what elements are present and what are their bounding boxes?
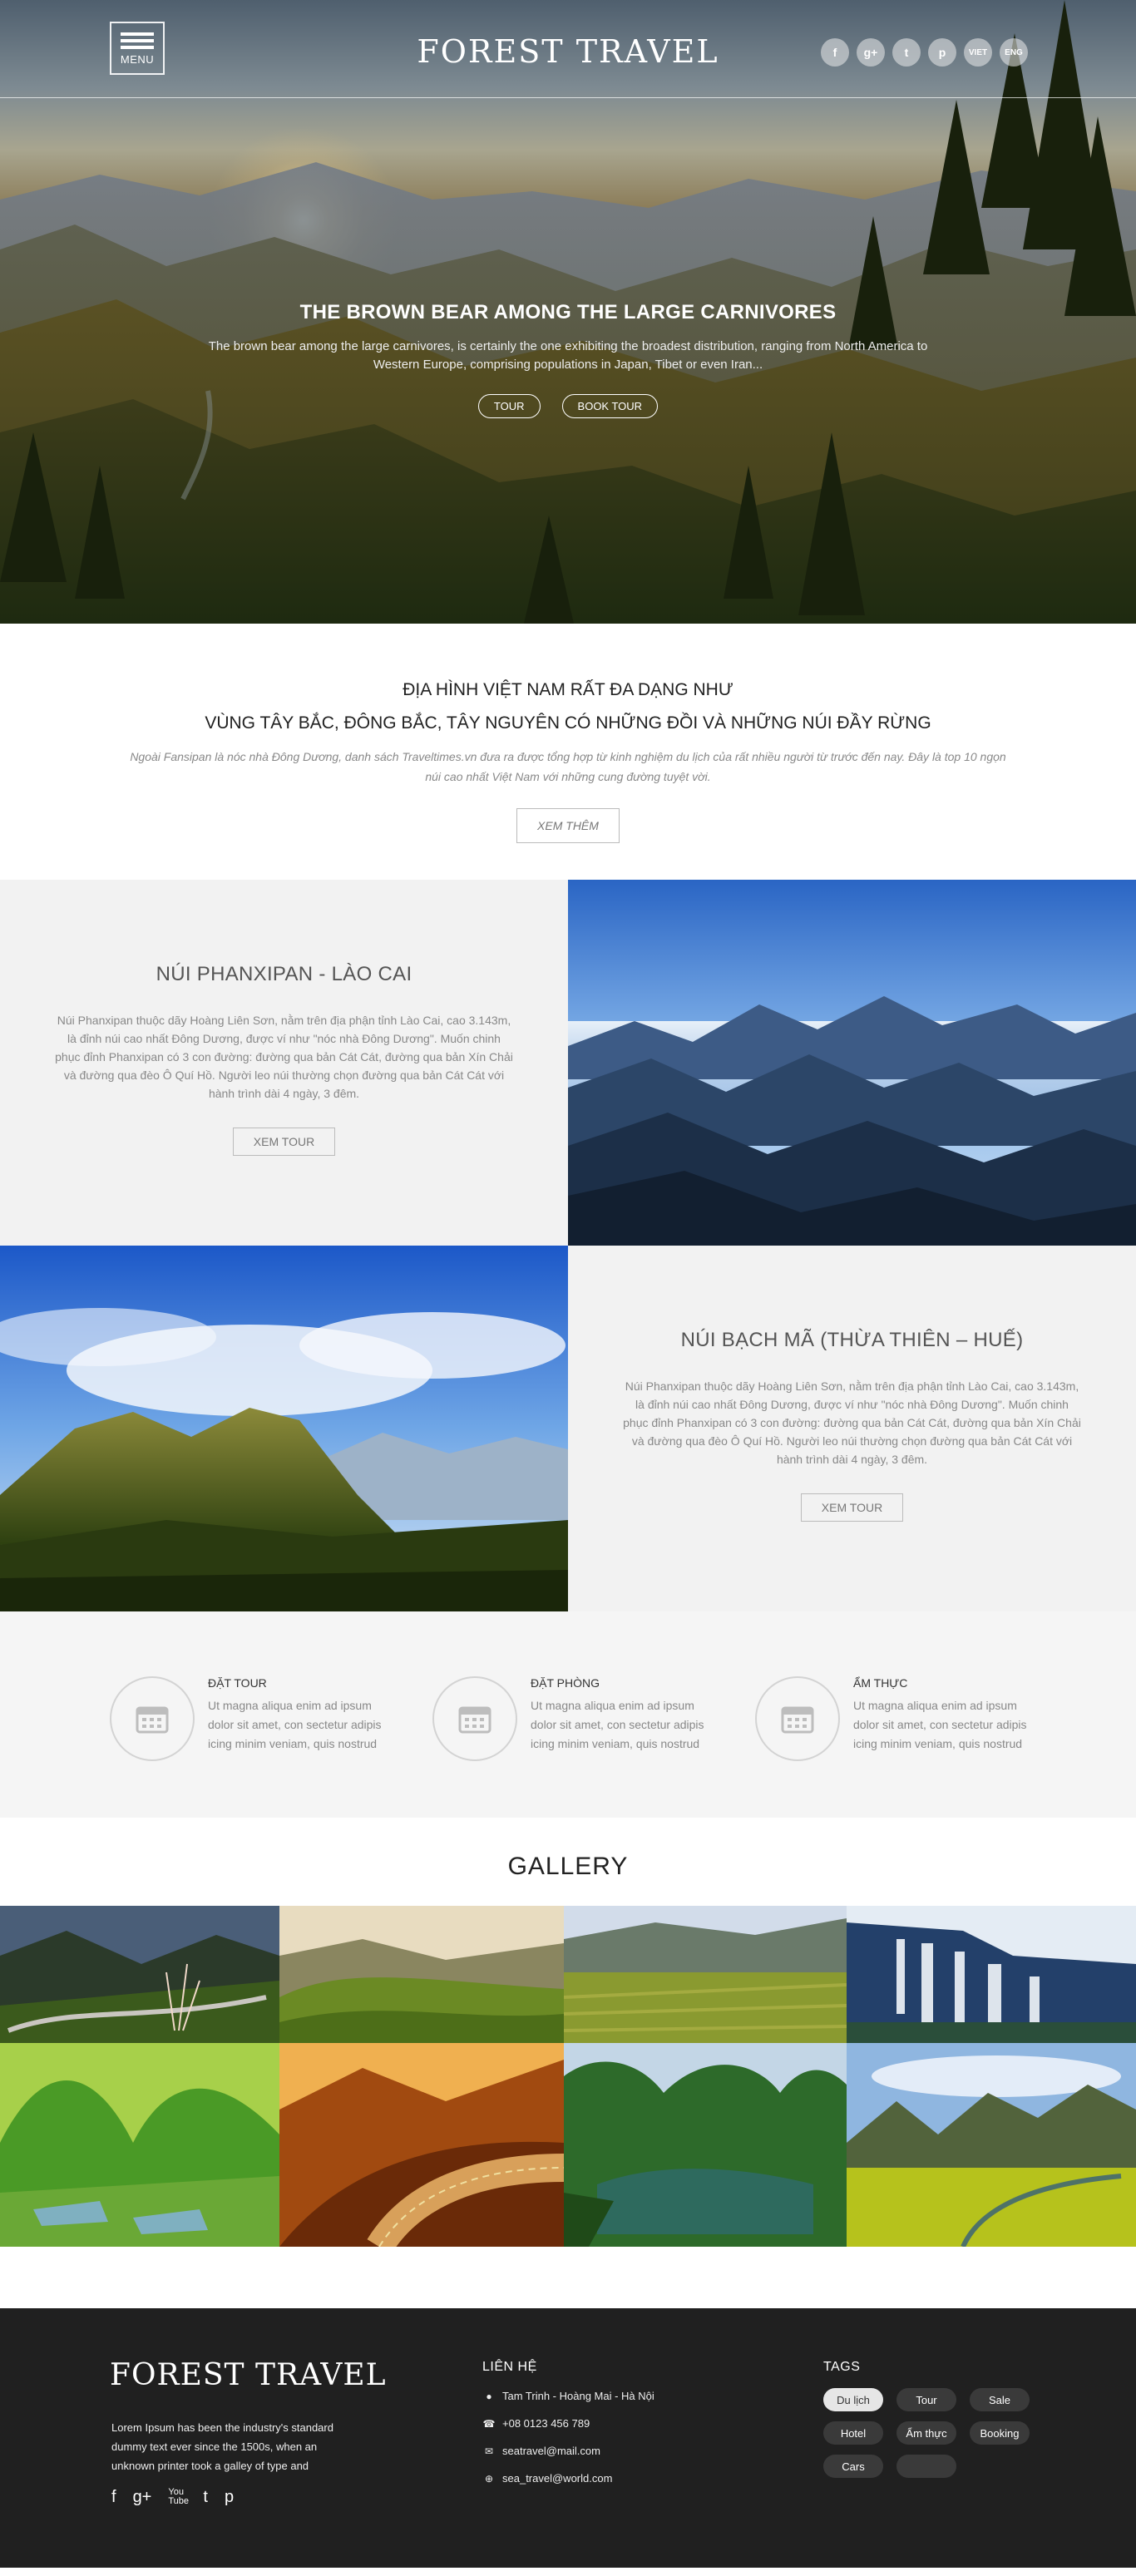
phone-text[interactable]: +08 0123 456 789	[502, 2417, 590, 2430]
twitter-icon[interactable]: t	[892, 38, 921, 67]
contact-title: LIÊN HỆ	[482, 2360, 537, 2374]
feature-row-phanxipan: NÚI PHANXIPAN - LÀO CAI Núi Phanxipan th…	[0, 880, 1136, 1246]
tag-du-lich[interactable]: Du lịch	[823, 2388, 883, 2411]
tour-button[interactable]: TOUR	[477, 394, 541, 418]
gallery-photo-green-mounds[interactable]	[0, 2043, 279, 2247]
gallery-photo-road-grass[interactable]	[0, 1906, 279, 2043]
pinterest-icon[interactable]: p	[928, 38, 956, 67]
footer-contact: LIÊN HỆ ● Tam Trinh - Hoàng Mai - Hà Nội …	[482, 2360, 654, 2485]
service-title: ẨM THỰC	[853, 1676, 908, 1690]
gallery-section: GALLERY	[0, 1818, 1136, 2247]
gallery-photo-lake-cliffs[interactable]	[564, 2043, 847, 2247]
gallery-photo-waterfall[interactable]	[847, 1906, 1136, 2043]
language-viet-button[interactable]: VIET	[964, 38, 992, 67]
web-text[interactable]: sea_travel@world.com	[502, 2472, 612, 2485]
service-book-tour[interactable]: ĐẶT TOUR Ut magna aliqua enim ad ipsum d…	[110, 1676, 386, 1818]
tags-title: TAGS	[823, 2360, 861, 2374]
facebook-icon[interactable]: f	[821, 38, 849, 67]
tag-tour[interactable]: Tour	[896, 2388, 956, 2411]
footer: FOREST TRAVEL Lorem Ipsum has been the i…	[0, 2308, 1136, 2568]
footer-logo[interactable]: FOREST TRAVEL	[110, 2358, 387, 2392]
gallery-grid	[0, 1906, 1136, 2247]
phone-icon: ☎	[482, 2417, 496, 2430]
gallery-photo-green-hills[interactable]	[279, 1906, 564, 2043]
footer-tags: TAGS Du lịch Tour Sale Hotel Ẩm thực Boo…	[823, 2360, 1040, 2478]
hero-section: MENU FOREST TRAVEL f g+ t p VIET ENG THE…	[0, 0, 1136, 624]
service-description: Ut magna aliqua enim ad ipsum dolor sit …	[531, 1699, 704, 1750]
email-text[interactable]: seatravel@mail.com	[502, 2445, 600, 2457]
services-section: ĐẶT TOUR Ut magna aliqua enim ad ipsum d…	[0, 1611, 1136, 1818]
service-title: ĐẶT PHÒNG	[531, 1676, 600, 1690]
feature-text: NÚI PHANXIPAN - LÀO CAI Núi Phanxipan th…	[0, 880, 568, 1246]
pinterest-icon[interactable]: p	[225, 2488, 234, 2507]
service-title: ĐẶT TOUR	[208, 1676, 267, 1690]
service-description: Ut magna aliqua enim ad ipsum dolor sit …	[853, 1699, 1027, 1750]
footer-about: Lorem Ipsum has been the industry's stan…	[111, 2421, 333, 2472]
intro-title-line1: ĐỊA HÌNH VIỆT NAM RẤT ĐA DẠNG NHƯ	[403, 680, 733, 699]
calendar-icon	[432, 1676, 517, 1761]
feature-title: NÚI BẠCH MÃ (THỪA THIÊN – HUẾ)	[680, 1329, 1024, 1351]
header-divider	[0, 97, 1136, 98]
service-cuisine[interactable]: ẨM THỰC Ut magna aliqua enim ad ipsum do…	[755, 1676, 1031, 1818]
mail-icon: ✉	[484, 2445, 494, 2457]
bach-ma-image	[0, 1246, 568, 1611]
google-plus-icon[interactable]: g+	[133, 2488, 152, 2507]
hero-title: THE BROWN BEAR AMONG THE LARGE CARNIVORE…	[299, 301, 837, 323]
footer-social-links: f g+ You Tube t p	[111, 2488, 234, 2507]
tag-empty[interactable]	[896, 2455, 956, 2478]
tag-booking[interactable]: Booking	[970, 2421, 1030, 2445]
hero-content: THE BROWN BEAR AMONG THE LARGE CARNIVORE…	[0, 301, 1136, 418]
feature-title: NÚI PHANXIPAN - LÀO CAI	[156, 963, 412, 985]
language-eng-button[interactable]: ENG	[1000, 38, 1028, 67]
intro-title-line2: VÙNG TÂY BẮC, ĐÔNG BẮC, TÂY NGUYÊN CÓ NH…	[205, 713, 931, 733]
calendar-icon	[110, 1676, 195, 1761]
tag-am-thuc[interactable]: Ẩm thực	[896, 2421, 956, 2445]
book-tour-button[interactable]: BOOK TOUR	[561, 394, 659, 418]
gallery-photo-autumn-road[interactable]	[279, 2043, 564, 2247]
feature-text: NÚI BẠCH MÃ (THỪA THIÊN – HUẾ) Núi Phanx…	[568, 1246, 1136, 1611]
google-plus-icon[interactable]: g+	[857, 38, 885, 67]
intro-text: Ngoài Fansipan là nóc nhà Đông Dương, da…	[130, 750, 1006, 783]
address-text: Tam Trinh - Hoàng Mai - Hà Nội	[502, 2390, 654, 2402]
tag-sale[interactable]: Sale	[970, 2388, 1030, 2411]
hero-description: The brown bear among the large carnivore…	[208, 339, 928, 372]
globe-icon: ⊕	[484, 2472, 494, 2485]
feature-description: Núi Phanxipan thuộc dãy Hoàng Liên Sơn, …	[623, 1379, 1081, 1466]
intro-section: ĐỊA HÌNH VIỆT NAM RẤT ĐA DẠNG NHƯ VÙNG T…	[0, 624, 1136, 880]
youtube-icon[interactable]: You Tube	[168, 2488, 189, 2507]
tag-hotel[interactable]: Hotel	[823, 2421, 883, 2445]
phanxipan-image	[568, 880, 1136, 1246]
gallery-photo-rice-valley[interactable]	[564, 1906, 847, 2043]
service-description: Ut magna aliqua enim ad ipsum dolor sit …	[208, 1699, 382, 1750]
feature-description: Núi Phanxipan thuộc dãy Hoàng Liên Sơn, …	[55, 1014, 513, 1100]
view-tour-button[interactable]: XEM TOUR	[800, 1493, 904, 1522]
see-more-button[interactable]: XEM THÊM	[516, 808, 620, 843]
gallery-title: GALLERY	[507, 1853, 629, 1880]
tag-cars[interactable]: Cars	[823, 2455, 883, 2478]
feature-row-bach-ma: NÚI BẠCH MÃ (THỪA THIÊN – HUẾ) Núi Phanx…	[0, 1246, 1136, 1611]
view-tour-button[interactable]: XEM TOUR	[232, 1128, 336, 1156]
map-pin-icon: ●	[486, 2390, 492, 2402]
facebook-icon[interactable]: f	[111, 2488, 116, 2507]
twitter-icon[interactable]: t	[203, 2488, 208, 2507]
social-links: f g+ t p VIET ENG	[821, 38, 1028, 67]
calendar-icon	[755, 1676, 840, 1761]
service-book-room[interactable]: ĐẶT PHÒNG Ut magna aliqua enim ad ipsum …	[432, 1676, 709, 1818]
gallery-photo-rice-field[interactable]	[847, 2043, 1136, 2247]
